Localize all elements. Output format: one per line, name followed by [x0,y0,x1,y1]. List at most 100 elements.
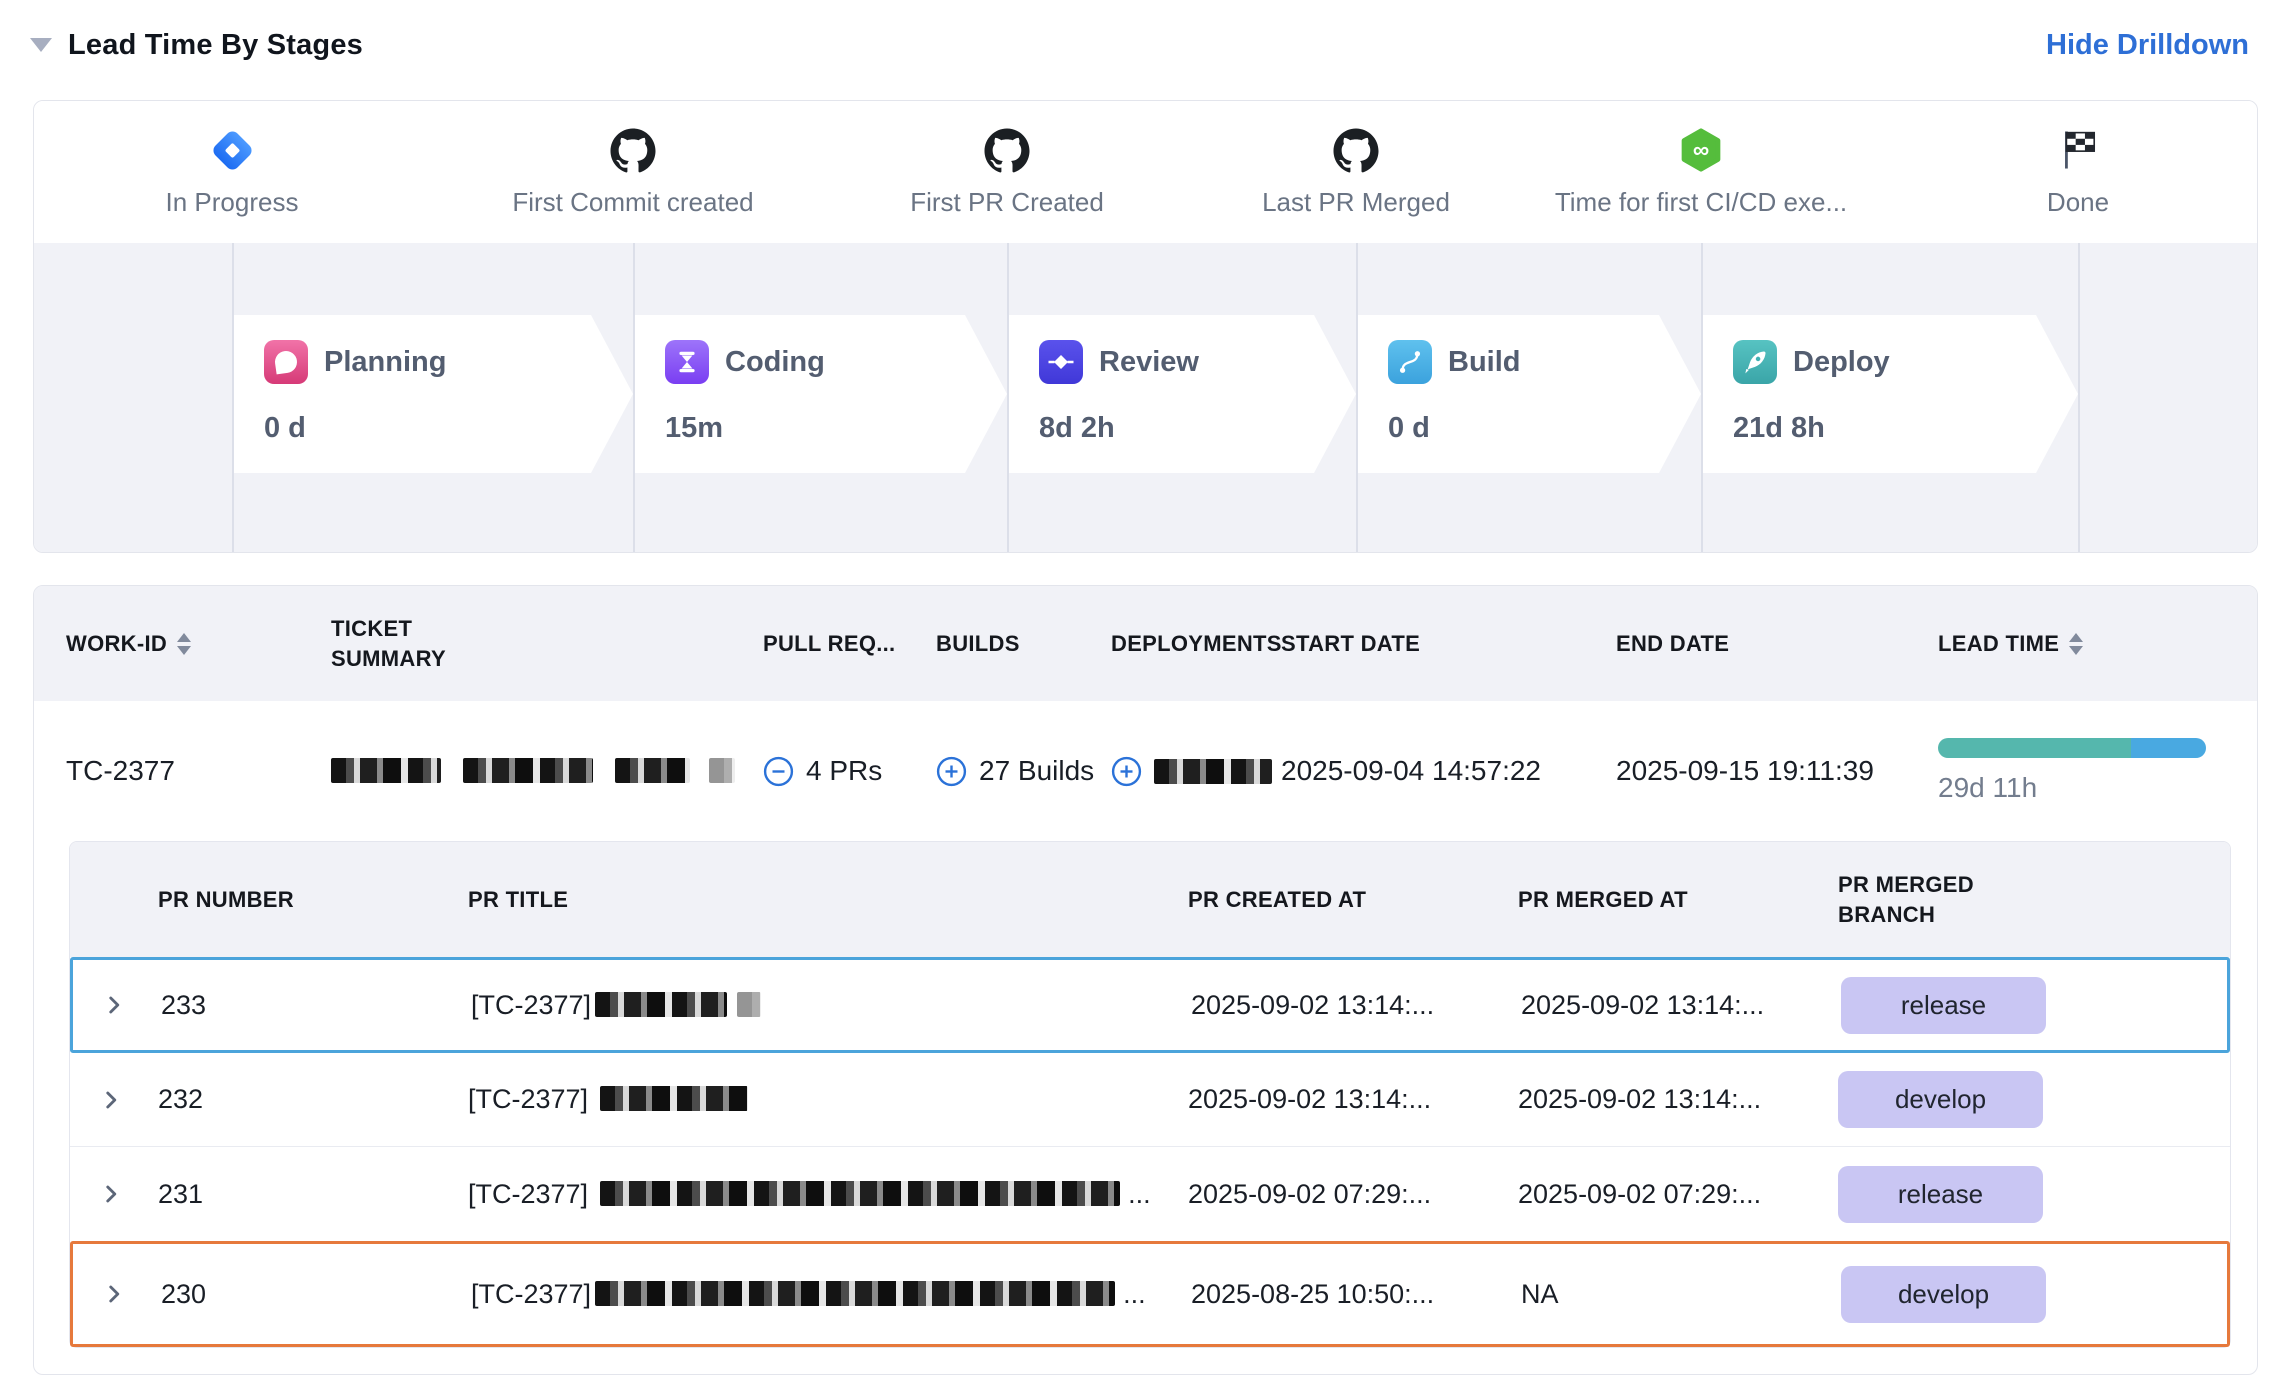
pr-created-at: 2025-08-25 10:50:... [1191,1279,1521,1310]
redacted-text [595,1281,1115,1306]
collapse-prs-icon[interactable] [763,756,794,787]
redacted-text [615,758,690,783]
branch-badge: release [1841,977,2046,1034]
lead-time-cell: 29d 11h [1938,738,2225,804]
stage-chip-deploy: Deploy 21d 8h [1703,315,2078,473]
ticket-summary-cell [331,755,763,787]
lead-time-pipeline-card: In Progress First Commit created First P… [33,100,2258,553]
col-lead-time[interactable]: LEAD TIME [1938,631,2225,657]
pr-title: [TC-2377] [468,1084,1188,1115]
pr-merged-at: NA [1521,1279,1841,1310]
stage-duration: 0 d [1388,412,1701,445]
milestone-last-pr-merged: Last PR Merged [1166,125,1546,218]
milestone-first-cicd: ∞ Time for first CI/CD exe... [1511,125,1891,218]
end-date-cell: 2025-09-15 19:11:39 [1616,755,1938,787]
collapse-toggle-icon[interactable] [30,38,52,52]
pr-number: 230 [161,1279,471,1310]
stage-duration: 21d 8h [1733,412,2078,445]
sort-icon[interactable] [177,633,191,655]
pr-table-row[interactable]: 233 [TC-2377] 2025-09-02 13:14:... 2025-… [70,957,2230,1053]
col-pr-merged-at: PR MERGED AT [1518,887,1838,913]
col-work-id[interactable]: WORK-ID [66,631,331,657]
work-item-table-card: WORK-ID TICKET SUMMARY PULL REQ... BUILD… [33,585,2258,1375]
work-table-row: TC-2377 4 PRs 27 Builds [34,701,2257,841]
drilldown-header: Lead Time By Stages Hide Drilldown [0,0,2291,68]
pr-title: [TC-2377]... [468,1179,1188,1210]
pr-table-row[interactable]: 230 [TC-2377]... 2025-08-25 10:50:... NA… [70,1241,2230,1347]
col-deployments: DEPLOYMENTS [1111,631,1281,657]
milestone-done: Done [1888,125,2258,218]
milestone-in-progress: In Progress [42,125,422,218]
pr-merged-at: 2025-09-02 07:29:... [1518,1179,1838,1210]
planning-leaf-icon [264,340,308,384]
stage-duration: 8d 2h [1039,412,1356,445]
branch-badge: release [1838,1166,2043,1223]
pr-created-at: 2025-09-02 13:14:... [1188,1084,1518,1115]
pr-table-row[interactable]: 232 [TC-2377] 2025-09-02 13:14:... 2025-… [70,1053,2230,1147]
rocket-icon [1733,340,1777,384]
pr-created-at: 2025-09-02 07:29:... [1188,1179,1518,1210]
svg-text:∞: ∞ [1693,136,1709,162]
github-icon [610,125,656,175]
github-icon [984,125,1030,175]
pr-number: 232 [158,1084,468,1115]
stage-duration: 15m [665,412,1007,445]
branch-badge: develop [1841,1266,2046,1323]
github-icon [1333,125,1379,175]
milestone-first-pr: First PR Created [817,125,1197,218]
pr-created-at: 2025-09-02 13:14:... [1191,990,1521,1021]
stage-band: Planning 0 d Coding 15m [34,243,2257,552]
redacted-text [600,1181,1120,1206]
stage-chip-coding: Coding 15m [635,315,1007,473]
deployments-cell [1111,756,1281,787]
lead-time-bar [1938,738,2206,758]
pr-table-row[interactable]: 231 [TC-2377]... 2025-09-02 07:29:... 20… [70,1147,2230,1241]
redacted-text [595,992,727,1017]
pr-table-header: PR NUMBER PR TITLE PR CREATED AT PR MERG… [70,842,2230,957]
redacted-text [600,1086,748,1111]
work-table-header: WORK-ID TICKET SUMMARY PULL REQ... BUILD… [34,586,2257,701]
col-end-date: END DATE [1616,631,1938,657]
col-ticket-summary: TICKET SUMMARY [331,614,763,673]
col-pr-merged-branch: PR MERGED BRANCH [1838,870,2202,929]
chevron-right-icon[interactable] [98,1087,158,1113]
redacted-text [463,758,593,783]
col-pull-requests: PULL REQ... [763,631,936,657]
pr-number: 233 [161,990,471,1021]
hide-drilldown-link[interactable]: Hide Drilldown [2046,29,2249,62]
pr-number: 231 [158,1179,468,1210]
chevron-right-icon[interactable] [98,1181,158,1207]
merge-diamond-icon [1039,340,1083,384]
pipeline-curve-icon [1388,340,1432,384]
milestone-row: In Progress First Commit created First P… [34,101,2257,243]
redacted-text [331,758,441,783]
stage-duration: 0 d [264,412,633,445]
work-id-cell: TC-2377 [66,755,331,787]
stage-chip-build: Build 0 d [1358,315,1701,473]
stage-chip-planning: Planning 0 d [234,315,633,473]
builds-cell: 27 Builds [936,755,1111,787]
redacted-text [1154,759,1272,784]
hourglass-icon [665,340,709,384]
col-pr-title: PR TITLE [468,887,1188,913]
col-pr-created-at: PR CREATED AT [1188,887,1518,913]
pr-title: [TC-2377]... [471,1279,1191,1310]
pr-table: PR NUMBER PR TITLE PR CREATED AT PR MERG… [69,841,2231,1348]
pr-merged-at: 2025-09-02 13:14:... [1518,1084,1838,1115]
start-date-cell: 2025-09-04 14:57:22 [1281,755,1616,787]
page-title: Lead Time By Stages [68,29,363,62]
stage-chip-review: Review 8d 2h [1009,315,1356,473]
chevron-right-icon[interactable] [101,992,161,1018]
jira-status-icon [217,125,248,175]
col-start-date: START DATE [1281,631,1616,657]
col-builds: BUILDS [936,631,1111,657]
chevron-right-icon[interactable] [101,1281,161,1307]
branch-badge: develop [1838,1071,2043,1128]
milestone-first-commit: First Commit created [443,125,823,218]
checkered-flag-icon [2057,125,2099,175]
expand-builds-icon[interactable] [936,756,967,787]
sort-icon[interactable] [2069,633,2083,655]
pull-requests-cell: 4 PRs [763,755,936,787]
cicd-infinity-icon: ∞ [1679,125,1723,175]
expand-deployments-icon[interactable] [1111,756,1142,787]
